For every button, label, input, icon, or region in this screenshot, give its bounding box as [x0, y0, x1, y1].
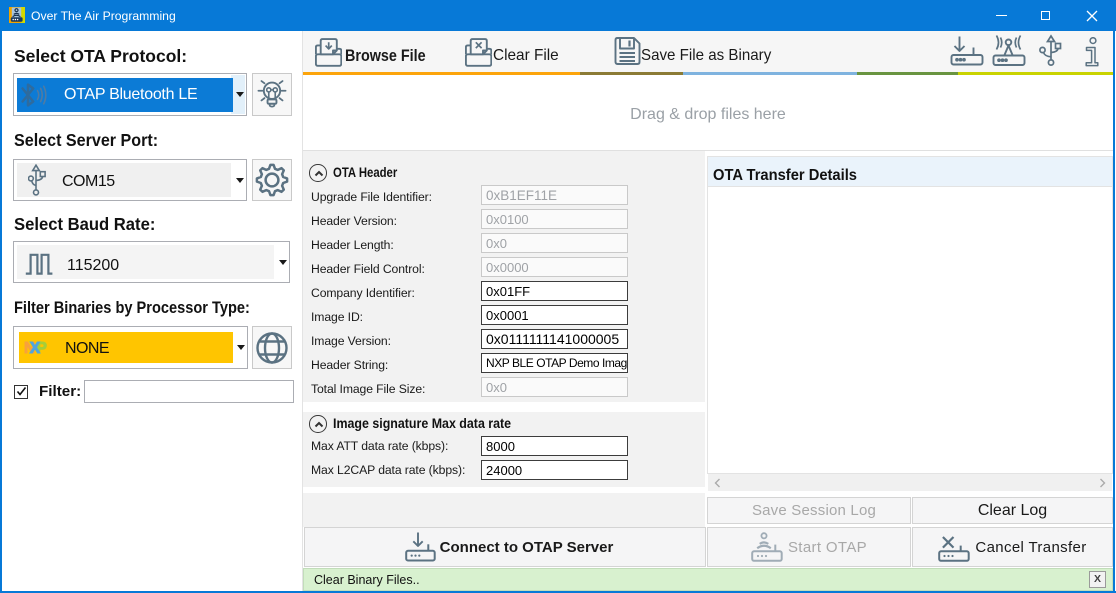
svg-text:X: X: [30, 340, 41, 356]
